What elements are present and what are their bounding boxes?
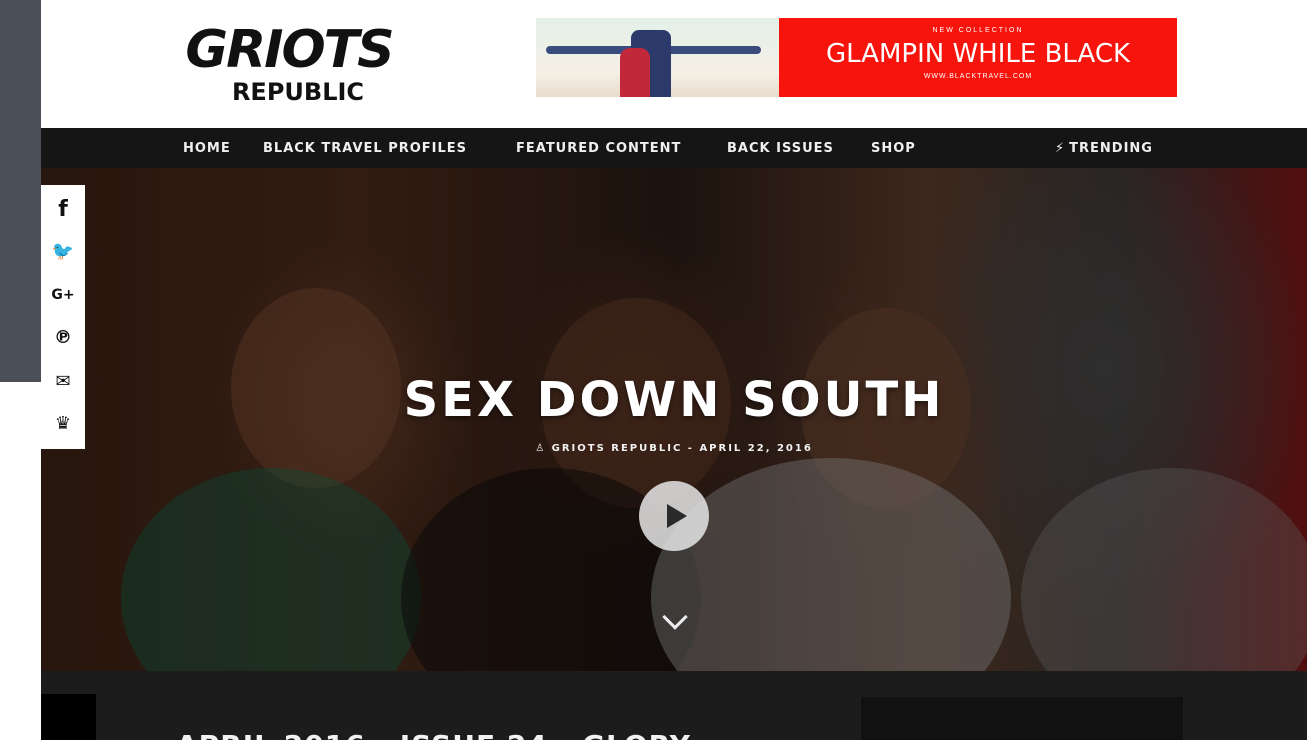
ad-text-panel: NEW COLLECTION GLAMPIN WHILE BLACK WWW.B… xyxy=(779,18,1177,97)
hero-title[interactable]: SEX DOWN SOUTH xyxy=(41,372,1307,428)
play-button[interactable] xyxy=(639,481,709,551)
main-nav: HOME BLACK TRAVEL PROFILES FEATURED CONT… xyxy=(41,128,1307,168)
logo-sub-text: REPUBLIC xyxy=(231,78,365,106)
google-plus-icon[interactable]: G+ xyxy=(41,287,85,303)
crown-icon[interactable]: ♛ xyxy=(41,413,85,434)
ad-photo xyxy=(536,18,779,97)
play-icon xyxy=(667,504,687,528)
hero-date: APRIL 22, 2016 xyxy=(699,443,813,454)
nav-shop[interactable]: SHOP xyxy=(871,141,916,156)
nav-black-travel-profiles[interactable]: BLACK TRAVEL PROFILES xyxy=(263,141,467,156)
nav-featured-content[interactable]: FEATURED CONTENT xyxy=(516,141,681,156)
bolt-icon: ⚡ xyxy=(1055,141,1066,156)
dark-block xyxy=(41,694,96,740)
ad-tagline: NEW COLLECTION xyxy=(932,27,1024,34)
hero-meta: ♙ GRIOTS REPUBLIC - APRIL 22, 2016 xyxy=(41,443,1307,454)
nav-home[interactable]: HOME xyxy=(183,141,231,156)
facebook-icon[interactable]: f xyxy=(41,197,85,222)
logo-main-text: GRIOTS xyxy=(185,20,394,80)
site-header: GRIOTS REPUBLIC NEW COLLECTION GLAMPIN W… xyxy=(41,0,1307,128)
ad-banner[interactable]: NEW COLLECTION GLAMPIN WHILE BLACK WWW.B… xyxy=(536,18,1177,97)
hero-author[interactable]: GRIOTS REPUBLIC xyxy=(552,443,683,454)
left-panel xyxy=(0,0,41,382)
author-icon: ♙ xyxy=(535,443,547,454)
email-icon[interactable]: ✉ xyxy=(41,371,85,392)
ad-url: WWW.BLACKTRAVEL.COM xyxy=(923,73,1033,80)
nav-trending[interactable]: ⚡ TRENDING xyxy=(1055,141,1153,156)
nav-back-issues[interactable]: BACK ISSUES xyxy=(727,141,834,156)
issue-title[interactable]: APRIL 2016 - ISSUE 24 - GLORY xyxy=(176,729,691,740)
meta-separator: - xyxy=(687,443,694,454)
pinterest-icon[interactable]: ℗ xyxy=(41,327,85,348)
site-logo[interactable]: GRIOTS REPUBLIC xyxy=(179,22,399,106)
social-share-bar: f 🐦 G+ ℗ ✉ ♛ xyxy=(41,185,85,449)
trending-label: TRENDING xyxy=(1069,141,1153,156)
content-area: APRIL 2016 - ISSUE 24 - GLORY xyxy=(41,671,1307,740)
hero-video[interactable]: SEX DOWN SOUTH ♙ GRIOTS REPUBLIC - APRIL… xyxy=(41,168,1307,671)
sidebar-widget xyxy=(861,697,1183,740)
ad-headline: GLAMPIN WHILE BLACK xyxy=(825,39,1131,69)
twitter-icon[interactable]: 🐦 xyxy=(41,241,85,262)
